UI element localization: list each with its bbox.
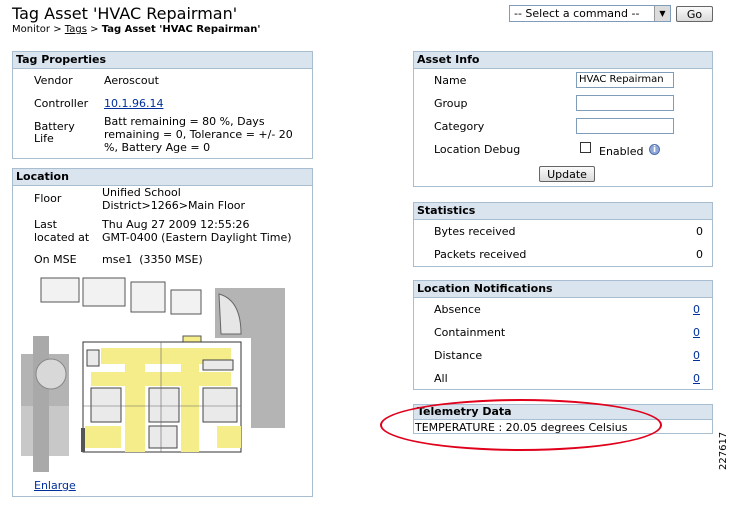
mse-value: mse1 (3350 MSE) (102, 253, 203, 266)
battery-value-line: remaining = 0, Tolerance = +/- 20 (104, 128, 293, 141)
panel-header: Tag Properties (13, 52, 312, 69)
vendor-value: Aeroscout (104, 74, 159, 87)
page-title: Tag Asset 'HVAC Repairman' (12, 4, 238, 23)
last-located-value-line: Thu Aug 27 2009 12:55:26 (102, 218, 250, 231)
distance-count-link[interactable]: 0 (693, 349, 700, 362)
last-located-label-line: located at (34, 231, 90, 244)
statistics-panel: Statistics Bytes received 0 Packets rece… (413, 202, 713, 267)
battery-value-line: %, Battery Age = 0 (104, 141, 211, 154)
floor-label: Floor (34, 192, 62, 205)
floor-map[interactable] (21, 276, 285, 472)
chevron-down-icon[interactable]: ▼ (654, 6, 670, 21)
breadcrumb-monitor: Monitor (12, 24, 51, 35)
location-panel: Location Floor Unified School District>1… (12, 168, 313, 497)
packets-received-value: 0 (696, 248, 703, 261)
all-count-link[interactable]: 0 (693, 372, 700, 385)
bytes-received-label: Bytes received (434, 225, 516, 238)
containment-label: Containment (434, 326, 506, 339)
breadcrumb-tags-link[interactable]: Tags (65, 24, 87, 35)
battery-value-line: Batt remaining = 80 %, Days (104, 115, 265, 128)
group-label: Group (434, 97, 468, 110)
command-select-value: -- Select a command -- (514, 7, 640, 20)
highlight-ellipse (380, 399, 662, 451)
packets-received-label: Packets received (434, 248, 527, 261)
go-button[interactable]: Go (676, 6, 713, 22)
figure-id: 227617 (718, 431, 729, 470)
breadcrumb-separator: > (90, 24, 99, 35)
panel-header: Asset Info (414, 52, 712, 69)
last-located-value: Thu Aug 27 2009 12:55:26 GMT-0400 (Easte… (102, 218, 292, 244)
command-select[interactable]: -- Select a command -- ▼ (509, 5, 671, 22)
controller-label: Controller (34, 97, 89, 110)
controller-link[interactable]: 10.1.96.14 (104, 97, 163, 110)
last-located-label-line: Last (34, 218, 57, 231)
asset-info-panel: Asset Info Name HVAC Repairman Group Cat… (413, 51, 713, 187)
update-button[interactable]: Update (539, 166, 595, 182)
group-input[interactable] (576, 95, 674, 111)
tag-properties-panel: Tag Properties Vendor Aeroscout Controll… (12, 51, 313, 159)
location-debug-checkbox[interactable] (580, 142, 591, 153)
info-icon[interactable]: i (649, 144, 660, 155)
breadcrumb-separator: > (53, 24, 62, 35)
battery-label: Battery Life (34, 121, 75, 145)
name-input[interactable]: HVAC Repairman (576, 72, 674, 88)
location-notifications-panel: Location Notifications Absence 0 Contain… (413, 280, 713, 390)
bytes-received-value: 0 (696, 225, 703, 238)
all-label: All (434, 372, 448, 385)
mse-label: On MSE (34, 253, 77, 266)
breadcrumb: Monitor > Tags > Tag Asset 'HVAC Repairm… (12, 24, 260, 35)
category-label: Category (434, 120, 485, 133)
floor-value: Unified School District>1266>Main Floor (102, 186, 245, 212)
enlarge-link[interactable]: Enlarge (34, 479, 76, 492)
battery-value: Batt remaining = 80 %, Days remaining = … (104, 115, 293, 154)
vendor-label: Vendor (34, 74, 73, 87)
last-located-label: Last located at (34, 218, 89, 244)
panel-header: Location (13, 169, 312, 186)
panel-header: Location Notifications (414, 281, 712, 298)
absence-count-link[interactable]: 0 (693, 303, 700, 316)
panel-header: Statistics (414, 203, 712, 220)
location-debug-label: Location Debug (434, 143, 521, 156)
distance-label: Distance (434, 349, 483, 362)
category-input[interactable] (576, 118, 674, 134)
floor-value-line: Unified School (102, 186, 181, 199)
name-label: Name (434, 74, 467, 87)
containment-count-link[interactable]: 0 (693, 326, 700, 339)
breadcrumb-current: Tag Asset 'HVAC Repairman' (101, 24, 261, 35)
last-located-value-line: GMT-0400 (Eastern Daylight Time) (102, 231, 292, 244)
enabled-label: Enabled (599, 145, 644, 158)
floor-value-line: District>1266>Main Floor (102, 199, 246, 212)
absence-label: Absence (434, 303, 481, 316)
battery-label-line: Life (34, 132, 54, 145)
